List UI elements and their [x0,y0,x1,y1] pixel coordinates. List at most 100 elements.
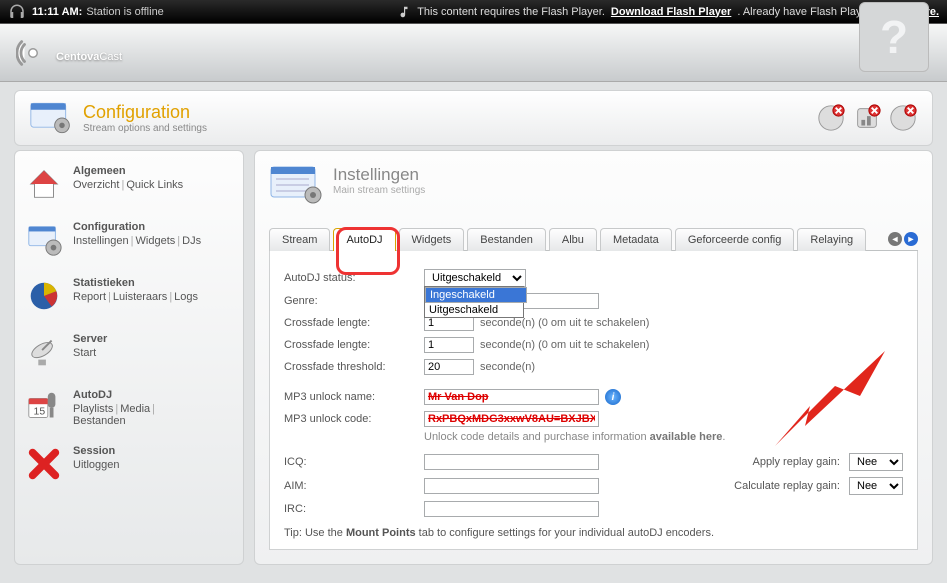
tab-albums[interactable]: Albu [549,228,597,251]
sb-title: Session [73,445,119,457]
station-status: Station is offline [86,6,163,18]
help-icon: ? [880,10,908,64]
flash-notice: This content requires the Flash Player. … [397,5,939,19]
sb-title: Algemeen [73,165,183,177]
cf1-label: Crossfade lengte: [284,317,424,329]
autodj-form: AutoDJ status: Uitgeschakeld Ingeschakel… [269,251,918,550]
unlock-name-label: MP3 unlock name: [284,391,424,403]
tab-stream[interactable]: Stream [269,228,330,251]
mp3-unlock-code-input[interactable] [424,411,599,427]
sidebar-item-algemeen[interactable]: Algemeen Overzicht|Quick Links [25,165,233,203]
flash-download-link[interactable]: Download Flash Player [611,6,731,18]
sb-link[interactable]: Logs [174,291,198,303]
aim-input[interactable] [424,478,599,494]
sb-link[interactable]: Luisteraars [113,291,167,303]
unlock-code-label: MP3 unlock code: [284,413,424,425]
logo: CentovaCast [16,36,122,70]
page-title: Configuration [83,102,207,123]
music-note-icon [397,5,411,19]
available-here-link[interactable]: available here [650,431,723,443]
brand-name-1: Centova [56,51,99,63]
sb-title: Server [73,333,107,345]
sidebar-item-stats[interactable]: Statistieken Report|Luisteraars|Logs [25,277,233,315]
home-icon [25,165,63,203]
cft-label: Crossfade threshold: [284,361,424,373]
sidebar-item-server[interactable]: Server Start [25,333,233,371]
apply-replay-label: Apply replay gain: [752,456,839,468]
autodj-status-select[interactable]: Uitgeschakeld [424,269,526,287]
status-option-enabled[interactable]: Ingeschakeld [425,287,527,303]
status-option-disabled[interactable]: Uitgeschakeld [425,303,523,317]
sb-link[interactable]: Uitloggen [73,459,119,471]
sb-link[interactable]: DJs [182,235,201,247]
sidebar-item-session[interactable]: Session Uitloggen [25,445,233,483]
satellite-dish-icon [25,333,63,371]
sb-link[interactable]: Bestanden [73,415,126,427]
panel-subtitle: Main stream settings [333,185,425,196]
tip-line: Tip: Use the Mount Points tab to configu… [284,527,903,539]
flash-have-text: . Already have Flash Player? [737,6,877,18]
cf2-hint: seconde(n) (0 om uit te schakelen) [480,339,649,351]
tab-bar: Stream AutoDJ Widgets Bestanden Albu Met… [269,227,918,251]
header-action-icon-3[interactable] [888,103,918,133]
info-icon[interactable]: i [605,389,621,405]
genre-label: Genre: [284,295,424,307]
sb-title: Configuration [73,221,201,233]
cf1-hint: seconde(n) (0 om uit te schakelen) [480,317,649,329]
headphones-icon [8,3,26,21]
sb-title: AutoDJ [73,389,157,401]
tab-forced-config[interactable]: Geforceerde config [675,228,795,251]
tabs-prev-button[interactable]: ◄ [888,232,902,246]
flash-msg: This content requires the Flash Player. [417,6,605,18]
tab-widgets[interactable]: Widgets [399,228,465,251]
app-header: CentovaCast ? [0,24,947,82]
main-panel: Instellingen Main stream settings Stream… [254,150,933,565]
sb-link[interactable]: Widgets [136,235,176,247]
logout-x-icon [25,445,63,483]
icq-input[interactable] [424,454,599,470]
mp3-unlock-name-input[interactable] [424,389,599,405]
aim-label: AIM: [284,480,424,492]
crossfade-threshold-input[interactable] [424,359,474,375]
sidebar-item-configuration[interactable]: Configuration Instellingen|Widgets|DJs [25,221,233,259]
sb-link[interactable]: Report [73,291,106,303]
pie-chart-icon [25,277,63,315]
crossfade2-input[interactable] [424,337,474,353]
settings-window-icon [25,221,63,259]
unlock-note: Unlock code details and purchase informa… [424,431,903,443]
sb-link[interactable]: Overzicht [73,179,119,191]
panel-title: Instellingen [333,165,425,185]
status-dropdown-list: Ingeschakeld Uitgeschakeld [424,286,524,318]
header-action-icon-2[interactable] [852,103,882,133]
brand-name-2: Cast [99,51,122,63]
sidebar: Algemeen Overzicht|Quick Links Configura… [14,150,244,565]
tab-bestanden[interactable]: Bestanden [467,228,546,251]
apply-replay-select[interactable]: Nee [849,453,903,471]
header-action-icon-1[interactable] [816,103,846,133]
tab-autodj[interactable]: AutoDJ [333,228,395,251]
calc-replay-select[interactable]: Nee [849,477,903,495]
page-header-bar: Configuration Stream options and setting… [14,90,933,146]
irc-input[interactable] [424,501,599,517]
cf2-label: Crossfade lengte: [284,339,424,351]
sb-link[interactable]: Instellingen [73,235,129,247]
broadcast-icon [16,36,50,70]
tab-metadata[interactable]: Metadata [600,228,672,251]
icq-label: ICQ: [284,456,424,468]
page-subtitle: Stream options and settings [83,123,207,134]
top-status-bar: 11:11 AM: Station is offline This conten… [0,0,947,24]
sb-link[interactable]: Quick Links [126,179,183,191]
sb-link[interactable]: Start [73,347,96,359]
tab-relaying[interactable]: Relaying [797,228,866,251]
svg-text:15: 15 [34,407,46,418]
tabs-next-button[interactable]: ► [904,232,918,246]
sidebar-item-autodj[interactable]: 15 AutoDJ Playlists|Media|Bestanden [25,389,233,427]
help-box[interactable]: ? [859,2,929,72]
sb-link[interactable]: Playlists [73,403,113,415]
clock-time: 11:11 AM: [32,6,82,18]
cft-hint: seconde(n) [480,361,535,373]
settings-panel-icon [269,165,323,205]
calc-replay-label: Calculate replay gain: [734,480,840,492]
sb-link[interactable]: Media [120,403,150,415]
config-page-icon [29,101,73,135]
